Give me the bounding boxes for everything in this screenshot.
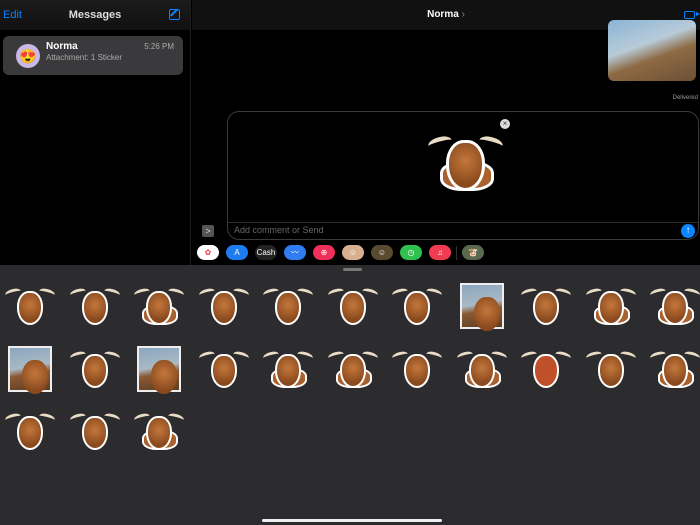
sticker-head bbox=[210, 291, 237, 325]
sticker-head bbox=[81, 353, 108, 388]
sticker-head-glasses[interactable] bbox=[197, 279, 250, 335]
sticker-head bbox=[146, 291, 172, 325]
search-images-app-icon[interactable]: ⊕ bbox=[313, 245, 335, 260]
sticker-head bbox=[210, 353, 237, 388]
sticker-photo bbox=[8, 345, 52, 394]
sticker-head bbox=[446, 140, 485, 191]
sidebar-title: Messages bbox=[68, 9, 122, 21]
sticker-head-red[interactable] bbox=[520, 342, 572, 398]
sticker-head bbox=[22, 359, 48, 394]
divider bbox=[456, 245, 457, 260]
video-call-icon[interactable] bbox=[684, 11, 700, 19]
sticker-preview bbox=[426, 122, 505, 206]
sticker-head bbox=[597, 353, 624, 388]
apple-cash-app-icon[interactable]: Cash bbox=[255, 245, 277, 260]
expand-apps-button[interactable]: > bbox=[202, 225, 214, 237]
conversation-sidebar: Edit Messages 😍 Norma 5:26 PM Attachment… bbox=[0, 0, 191, 265]
sticker-hearts[interactable] bbox=[326, 279, 379, 335]
sticker-head-hat[interactable] bbox=[68, 404, 121, 460]
sticker-head bbox=[404, 291, 430, 325]
sticker-head-hat[interactable] bbox=[68, 279, 121, 335]
home-indicator[interactable] bbox=[262, 519, 442, 522]
conversation-item-norma[interactable]: 😍 Norma 5:26 PM Attachment: 1 Sticker bbox=[3, 36, 183, 75]
sticker-glasses[interactable] bbox=[520, 279, 572, 335]
sticker-standing[interactable] bbox=[262, 342, 314, 398]
app-drawer: ✿ A Cash 〰 ⊕ ☺ ☺ ◷ ♫ 🐮 bbox=[197, 245, 484, 260]
sticker-head bbox=[17, 291, 43, 325]
conversation-time: 5:26 PM bbox=[144, 42, 174, 51]
sticker-head bbox=[404, 353, 430, 388]
sticker-head bbox=[81, 416, 108, 450]
sticker-head bbox=[533, 291, 559, 325]
sidebar-header: Edit Messages bbox=[0, 0, 190, 30]
sticker-photo[interactable] bbox=[457, 279, 507, 335]
sticker-head bbox=[597, 291, 624, 325]
sticker-head bbox=[151, 359, 177, 394]
conversation-preview: Attachment: 1 Sticker bbox=[46, 53, 123, 62]
avatar: 😍 bbox=[16, 44, 40, 68]
sticker-head bbox=[473, 297, 500, 331]
sticker-splash[interactable] bbox=[262, 279, 314, 335]
sticker-head[interactable] bbox=[584, 342, 637, 398]
compose-icon[interactable] bbox=[169, 9, 180, 20]
delivery-status: Delivered bbox=[672, 95, 698, 101]
sticker-head bbox=[533, 353, 559, 388]
conversation-name: Norma bbox=[46, 41, 78, 52]
sticker-head-hat[interactable] bbox=[197, 342, 250, 398]
message-compose-box: × Add comment or Send ↑ bbox=[227, 111, 699, 240]
sticker-head bbox=[339, 291, 366, 325]
send-button[interactable]: ↑ bbox=[681, 224, 695, 238]
sticker-head-glasses[interactable] bbox=[4, 404, 56, 460]
sticker-head bbox=[662, 353, 688, 388]
sticker-grid bbox=[4, 279, 700, 467]
sticker-head bbox=[468, 353, 495, 388]
sticker-head-glasses[interactable] bbox=[391, 342, 443, 398]
sticker-photo[interactable] bbox=[134, 342, 184, 398]
sticker-head bbox=[17, 416, 43, 450]
sticker-head bbox=[275, 291, 301, 325]
sticker-herd[interactable] bbox=[584, 279, 637, 335]
chevron-right-icon: › bbox=[461, 9, 465, 20]
sticker-head-hair[interactable] bbox=[68, 342, 121, 398]
sticker-panel bbox=[0, 265, 700, 525]
remove-attachment-button[interactable]: × bbox=[500, 119, 510, 129]
music-app-icon[interactable]: ♫ bbox=[429, 245, 451, 260]
sticker-head bbox=[662, 291, 688, 325]
sticker-head[interactable] bbox=[4, 279, 56, 335]
sticker-pair[interactable] bbox=[133, 279, 185, 335]
sticker-round[interactable] bbox=[326, 342, 379, 398]
app-store-app-icon[interactable]: A bbox=[226, 245, 248, 260]
sent-sticker-image[interactable] bbox=[608, 20, 696, 81]
sticker-standing[interactable] bbox=[649, 342, 700, 398]
sticker-photo bbox=[137, 345, 181, 394]
sticker-photo[interactable] bbox=[5, 342, 55, 398]
sticker-head bbox=[339, 353, 366, 388]
find-my-app-icon[interactable]: ◷ bbox=[400, 245, 422, 260]
sticker-head bbox=[275, 353, 301, 388]
sticker-reading[interactable] bbox=[391, 279, 443, 335]
memoji-2-app-icon[interactable]: ☺ bbox=[371, 245, 393, 260]
sticker-photo bbox=[459, 283, 504, 331]
contact-name-button[interactable]: Norma › bbox=[192, 9, 700, 20]
audio-app-icon[interactable]: 〰 bbox=[284, 245, 306, 260]
sticker-round[interactable] bbox=[133, 404, 185, 460]
sticker-app-app-icon[interactable]: 🐮 bbox=[462, 245, 484, 260]
contact-name: Norma bbox=[427, 9, 459, 20]
memoji-1-app-icon[interactable]: ☺ bbox=[342, 245, 364, 260]
sticker-standing[interactable] bbox=[455, 342, 508, 398]
sticker-head bbox=[146, 416, 172, 450]
sticker-standing[interactable] bbox=[649, 279, 700, 335]
message-input[interactable]: Add comment or Send bbox=[234, 225, 324, 235]
photos-app-icon[interactable]: ✿ bbox=[197, 245, 219, 260]
sticker-head bbox=[81, 291, 108, 325]
panel-grabber[interactable] bbox=[343, 268, 362, 271]
divider bbox=[228, 222, 698, 223]
